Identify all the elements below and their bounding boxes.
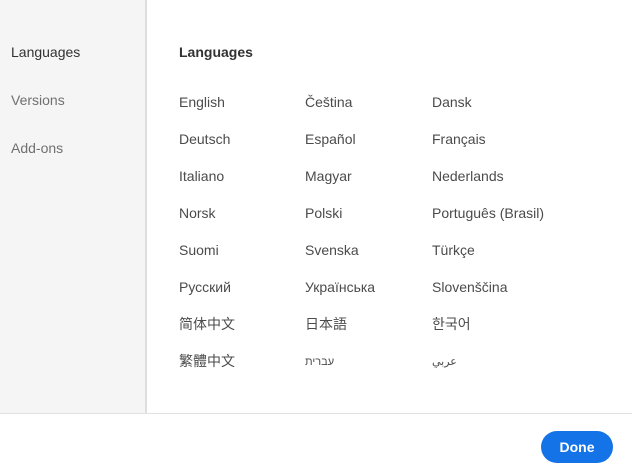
language-option-english[interactable]: English xyxy=(179,94,225,111)
language-option-italian[interactable]: Italiano xyxy=(179,168,224,185)
dialog-footer: Done xyxy=(0,413,632,474)
language-option-portuguese-brazil[interactable]: Português (Brasil) xyxy=(432,205,544,222)
language-option-polish[interactable]: Polski xyxy=(305,205,342,222)
language-option-simplified-chinese[interactable]: 简体中文 xyxy=(179,316,235,333)
language-option-danish[interactable]: Dansk xyxy=(432,94,472,111)
language-option-spanish[interactable]: Español xyxy=(305,131,356,148)
language-dialog: Languages Versions Add-ons Languages Eng… xyxy=(0,0,632,474)
language-option-norwegian[interactable]: Norsk xyxy=(179,205,216,222)
language-option-swedish[interactable]: Svenska xyxy=(305,242,359,259)
language-option-hungarian[interactable]: Magyar xyxy=(305,168,352,185)
section-title: Languages xyxy=(179,44,253,60)
sidebar: Languages Versions Add-ons xyxy=(0,0,147,413)
language-option-french[interactable]: Français xyxy=(432,131,486,148)
language-option-hebrew[interactable]: עברית xyxy=(305,354,334,371)
language-option-german[interactable]: Deutsch xyxy=(179,131,230,148)
language-option-turkish[interactable]: Türkçe xyxy=(432,242,475,259)
language-option-traditional-chinese[interactable]: 繁體中文 xyxy=(179,353,235,370)
done-button[interactable]: Done xyxy=(541,431,613,463)
language-option-slovenian[interactable]: Slovenščina xyxy=(432,279,508,296)
language-option-russian[interactable]: Русский xyxy=(179,279,231,296)
language-option-korean[interactable]: 한국어 xyxy=(432,316,471,333)
language-option-dutch[interactable]: Nederlands xyxy=(432,168,504,185)
sidebar-item-versions[interactable]: Versions xyxy=(11,92,65,108)
sidebar-item-add-ons[interactable]: Add-ons xyxy=(11,140,63,156)
language-option-arabic[interactable]: عربي xyxy=(432,354,457,371)
language-option-czech[interactable]: Čeština xyxy=(305,94,352,111)
language-option-finnish[interactable]: Suomi xyxy=(179,242,219,259)
sidebar-item-languages[interactable]: Languages xyxy=(11,44,80,60)
languages-panel: Languages English Čeština Dansk Deutsch … xyxy=(147,0,632,413)
language-option-ukrainian[interactable]: Українська xyxy=(305,279,375,296)
language-option-japanese[interactable]: 日本語 xyxy=(305,316,347,333)
